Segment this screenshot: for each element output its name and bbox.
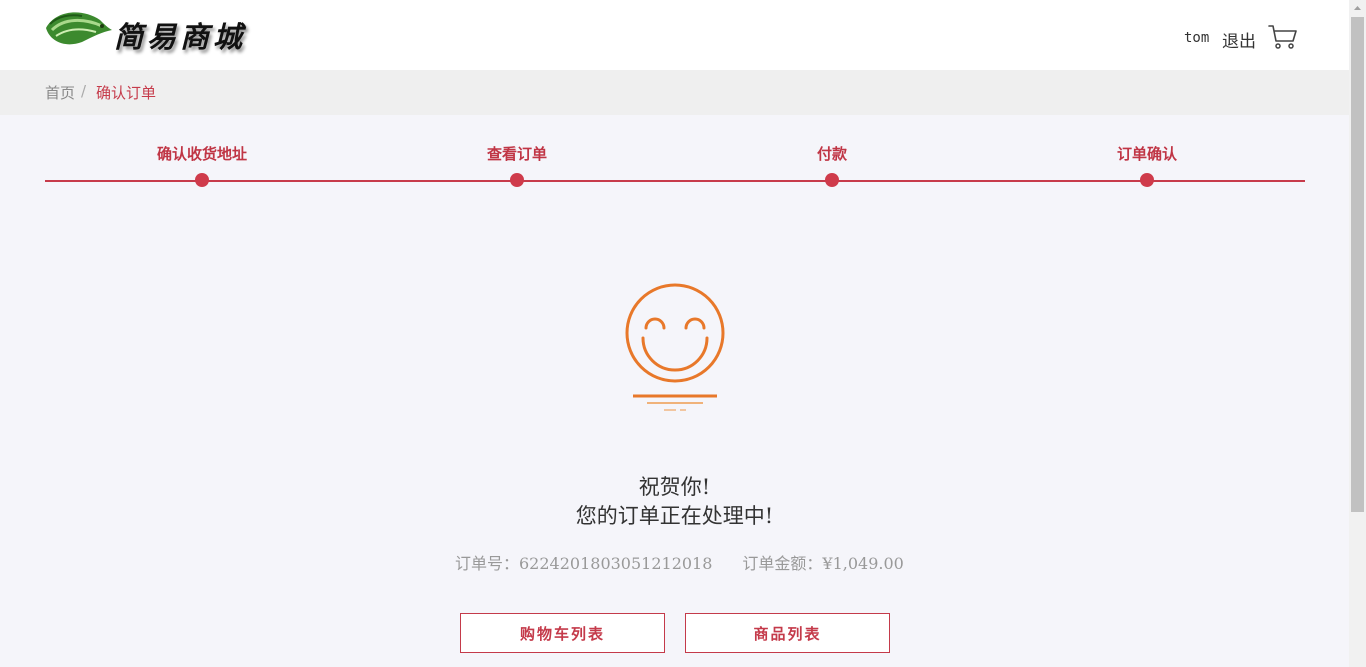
step-label-address: 确认收货地址: [156, 145, 248, 163]
success-subtitle: 您的订单正在处理中!: [575, 504, 774, 528]
breadcrumb-current: 确认订单: [96, 84, 157, 102]
cart-list-button[interactable]: 购物车列表: [460, 613, 665, 653]
logo-leaf-icon: [46, 12, 112, 45]
scrollbar-thumb[interactable]: [1351, 17, 1364, 512]
vertical-scrollbar[interactable]: [1349, 0, 1366, 667]
header: 简易商城 tom 退出: [0, 0, 1349, 70]
product-list-button[interactable]: 商品列表: [685, 613, 890, 653]
step-dot-view-order: [510, 173, 524, 187]
order-amount: 订单金额：¥1,049.00: [742, 554, 904, 573]
step-dot-confirm: [1140, 173, 1154, 187]
step-label-confirm: 订单确认: [1116, 145, 1178, 163]
success-title: 祝贺你!: [638, 475, 711, 499]
order-info: 订单号：6224201803051212018 订单金额：¥1,049.00: [455, 550, 904, 574]
step-dot-address: [195, 173, 209, 187]
step-label-view-order: 查看订单: [486, 145, 548, 163]
scroll-up-arrow-icon[interactable]: [1349, 0, 1366, 17]
smiley-icon: [625, 283, 725, 411]
shopping-cart-icon[interactable]: [1268, 24, 1298, 50]
breadcrumb-separator: /: [81, 82, 87, 100]
logout-link[interactable]: 退出: [1222, 27, 1256, 52]
logo[interactable]: 简易商城: [42, 6, 242, 58]
steps-progress-line: [45, 180, 1305, 182]
logo-text: 简易商城: [114, 20, 247, 54]
page: 简易商城 tom 退出 首页 / 确认订单 确认收货地址 查看订单 付款 订单确…: [0, 0, 1366, 667]
username: tom: [1184, 30, 1210, 46]
breadcrumb-home[interactable]: 首页: [45, 82, 75, 103]
order-number: 订单号：6224201803051212018: [455, 554, 713, 573]
step-label-payment: 付款: [816, 145, 848, 163]
step-dot-payment: [825, 173, 839, 187]
breadcrumb: 首页 / 确认订单: [0, 70, 1349, 115]
